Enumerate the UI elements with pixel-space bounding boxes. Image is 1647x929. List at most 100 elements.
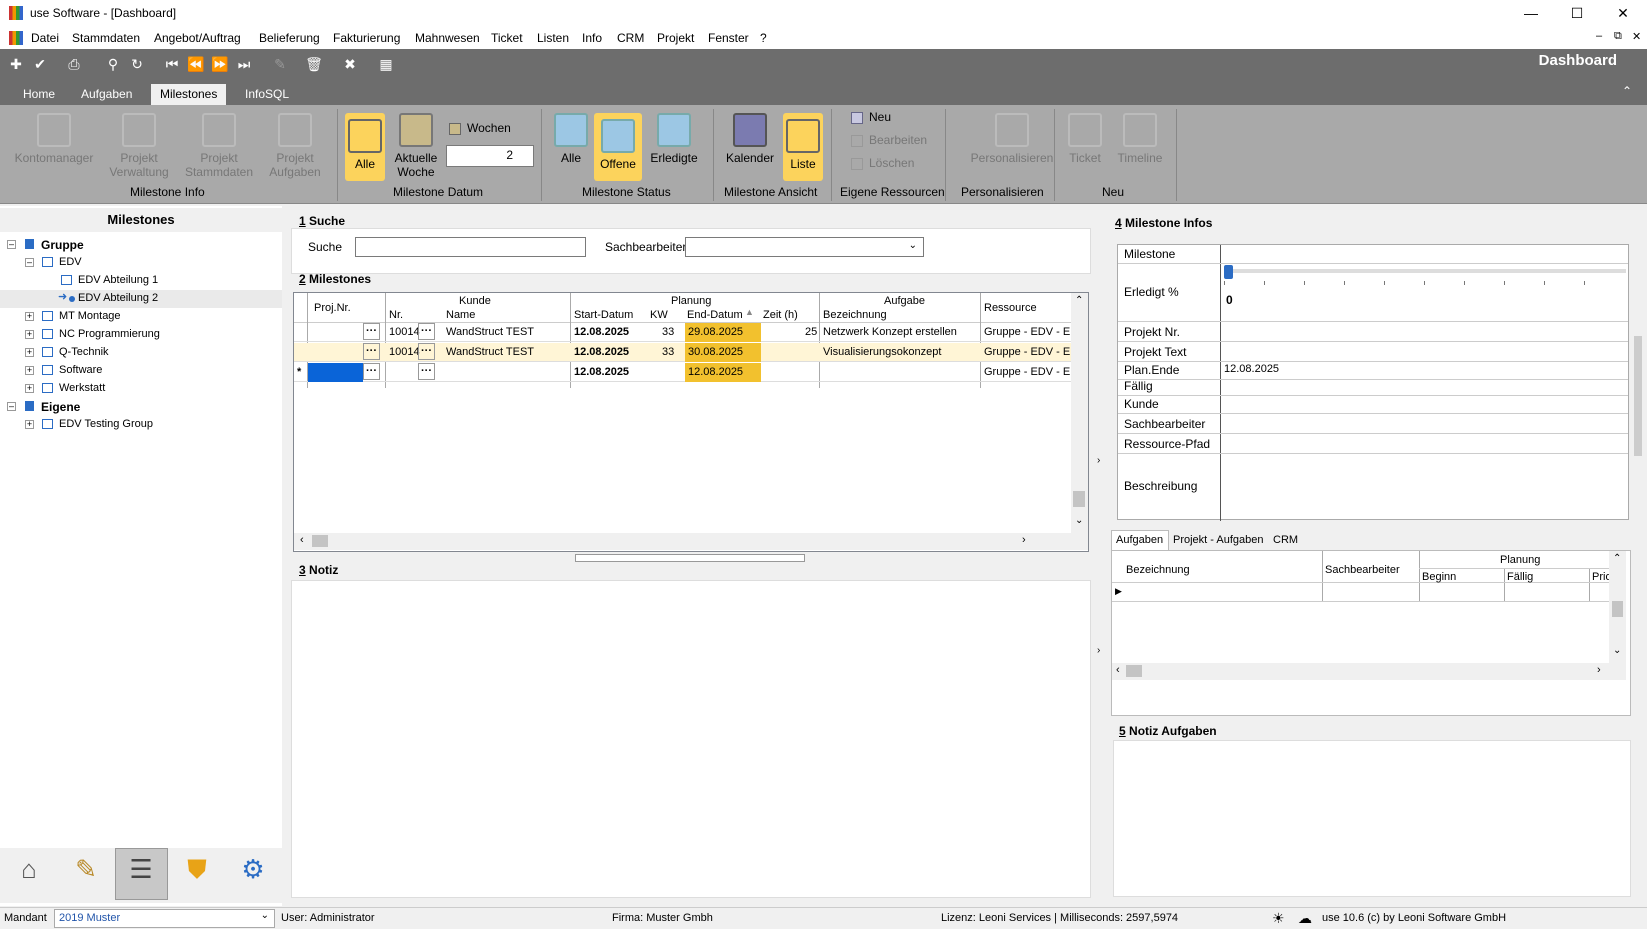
subtab-projekt-aufgaben[interactable]: Projekt - Aufgaben bbox=[1173, 534, 1264, 546]
list-icon[interactable]: ☰ bbox=[126, 854, 156, 884]
add-icon[interactable]: ✚ bbox=[7, 55, 25, 73]
splitter-handle[interactable] bbox=[575, 554, 805, 562]
hscroll-thumb[interactable] bbox=[1126, 665, 1142, 677]
tree-item-eigene[interactable]: Eigene bbox=[41, 400, 80, 414]
notiz-textarea[interactable] bbox=[291, 580, 1091, 898]
collapse-icon[interactable]: – bbox=[7, 240, 16, 249]
splitter-arrow-icon[interactable]: › bbox=[1097, 645, 1100, 656]
expand-icon[interactable]: + bbox=[25, 330, 34, 339]
kunde-lookup-button[interactable]: ··· bbox=[418, 363, 435, 380]
menu-mahnwesen[interactable]: Mahnwesen bbox=[415, 31, 480, 45]
sub-horizontal-scrollbar[interactable]: ‹ › bbox=[1112, 663, 1626, 680]
personalisieren-button[interactable]: Personalisieren bbox=[957, 113, 1067, 165]
menu-fenster[interactable]: Fenster bbox=[708, 31, 749, 45]
tree-item-gruppe[interactable]: Gruppe bbox=[41, 238, 84, 252]
projekt-verwaltung-button[interactable]: Projekt Verwaltung bbox=[104, 113, 174, 179]
projnr-lookup-button[interactable]: ··· bbox=[363, 363, 380, 380]
projekt-aufgaben-button[interactable]: Projekt Aufgaben bbox=[264, 113, 326, 179]
gear-icon[interactable]: ⚙ bbox=[238, 854, 268, 884]
network-icon[interactable]: ☁ bbox=[1298, 910, 1312, 927]
tree-item-mt-montage[interactable]: MT Montage bbox=[59, 310, 121, 322]
sun-icon[interactable]: ☀ bbox=[1272, 910, 1285, 927]
edit-icon[interactable]: ✎ bbox=[271, 55, 289, 73]
mandant-select[interactable]: 2019 Muster ⌄ bbox=[54, 909, 275, 928]
menu-crm[interactable]: CRM bbox=[617, 31, 644, 45]
kunde-lookup-button[interactable]: ··· bbox=[418, 343, 435, 360]
cancel-icon[interactable]: ✖ bbox=[341, 55, 359, 73]
table-row[interactable]: ··· 10014 ··· WandStruct TEST 12.08.2025… bbox=[294, 323, 1078, 342]
menu-ticket[interactable]: Ticket bbox=[491, 31, 523, 45]
search-input[interactable] bbox=[355, 237, 586, 257]
menu-fakturierung[interactable]: Fakturierung bbox=[333, 31, 400, 45]
sachbearbeiter-select[interactable]: ⌄ bbox=[685, 237, 924, 257]
col-bezeichnung[interactable]: Bezeichnung bbox=[823, 309, 887, 321]
scroll-right-icon[interactable]: › bbox=[1022, 534, 1026, 546]
col-prio-sub[interactable]: Prio bbox=[1592, 571, 1609, 583]
projnr-lookup-button[interactable]: ··· bbox=[363, 343, 380, 360]
tree-item-nc-programmierung[interactable]: NC Programmierung bbox=[59, 328, 160, 340]
kunde-lookup-button[interactable]: ··· bbox=[418, 323, 435, 340]
next-record-icon[interactable]: ⏩ bbox=[211, 55, 229, 73]
offene-button[interactable]: Offene bbox=[594, 113, 642, 181]
tab-aufgaben[interactable]: Aufgaben bbox=[72, 84, 141, 105]
bearbeiten-button[interactable]: Bearbeiten bbox=[869, 133, 927, 147]
menu-belieferung[interactable]: Belieferung bbox=[259, 31, 320, 45]
database-icon[interactable]: ⛊ bbox=[182, 854, 212, 884]
projekt-stammdaten-button[interactable]: Projekt Stammdaten bbox=[182, 113, 256, 179]
aktuelle-woche-button[interactable]: Aktuelle Woche bbox=[391, 113, 441, 179]
col-ressource[interactable]: Ressource bbox=[984, 302, 1037, 314]
hscroll-thumb[interactable] bbox=[312, 535, 328, 547]
col-nr[interactable]: Nr. bbox=[389, 309, 403, 321]
table-row[interactable]: ··· 10014 ··· WandStruct TEST 12.08.2025… bbox=[294, 343, 1078, 362]
search-icon[interactable]: ⚲ bbox=[104, 55, 122, 73]
grid-icon[interactable]: ▦ bbox=[377, 55, 395, 73]
sub-vertical-scrollbar[interactable]: ⌃ ⌄ bbox=[1609, 551, 1626, 663]
prev-record-icon[interactable]: ⏪ bbox=[187, 55, 205, 73]
wochen-stepper[interactable]: 2 bbox=[446, 145, 534, 167]
neu-button[interactable]: Neu bbox=[869, 110, 891, 124]
scroll-left-icon[interactable]: ‹ bbox=[1116, 664, 1120, 676]
status-alle-button[interactable]: Alle bbox=[551, 113, 591, 165]
subtab-crm[interactable]: CRM bbox=[1273, 534, 1298, 546]
refresh-icon[interactable]: ↻ bbox=[128, 55, 146, 73]
menu-help[interactable]: ? bbox=[760, 31, 767, 45]
projnr-edit-cell[interactable] bbox=[308, 363, 363, 382]
vertical-scrollbar[interactable]: ⌃ ⌄ bbox=[1071, 293, 1088, 533]
menu-angebot[interactable]: Angebot/Auftrag bbox=[154, 31, 241, 45]
print-icon[interactable]: ⎙ bbox=[65, 55, 83, 73]
expand-icon[interactable]: + bbox=[25, 366, 34, 375]
scroll-thumb[interactable] bbox=[1073, 491, 1085, 507]
expand-icon[interactable]: + bbox=[25, 420, 34, 429]
col-projnr[interactable]: Proj.Nr. bbox=[314, 302, 351, 314]
projnr-lookup-button[interactable]: ··· bbox=[363, 323, 380, 340]
col-start-datum[interactable]: Start-Datum bbox=[574, 309, 633, 321]
tab-infosql[interactable]: InfoSQL bbox=[236, 84, 298, 105]
tab-milestones[interactable]: Milestones bbox=[151, 84, 227, 105]
col-end-datum[interactable]: End-Datum bbox=[687, 309, 743, 321]
expand-icon[interactable]: + bbox=[25, 384, 34, 393]
kalender-button[interactable]: Kalender bbox=[723, 113, 777, 165]
tree-item-werkstatt[interactable]: Werkstatt bbox=[59, 382, 105, 394]
tree-item-software[interactable]: Software bbox=[59, 364, 102, 376]
new-table-row[interactable]: * ··· ··· 12.08.2025 12.08.2025 Gruppe -… bbox=[294, 363, 1078, 382]
col-faellig-sub[interactable]: Fällig bbox=[1507, 571, 1533, 583]
scroll-thumb[interactable] bbox=[1612, 601, 1623, 617]
tree-item-edv-abteilung-2[interactable]: EDV Abteilung 2 bbox=[78, 292, 158, 304]
col-bezeichnung-sub[interactable]: Bezeichnung bbox=[1126, 564, 1190, 576]
col-kw[interactable]: KW bbox=[650, 309, 668, 321]
maximize-button[interactable]: ☐ bbox=[1554, 0, 1600, 27]
delete-icon[interactable]: 🗑 bbox=[305, 55, 323, 73]
menu-listen[interactable]: Listen bbox=[537, 31, 569, 45]
col-zeit[interactable]: Zeit (h) bbox=[763, 309, 798, 321]
tasks-icon[interactable]: ✎ bbox=[71, 854, 101, 884]
erledigt-slider-track[interactable] bbox=[1224, 269, 1626, 273]
col-name[interactable]: Name bbox=[446, 309, 475, 321]
col-beginn-sub[interactable]: Beginn bbox=[1422, 571, 1456, 583]
loeschen-button[interactable]: Löschen bbox=[869, 156, 914, 170]
col-sachbearbeiter-sub[interactable]: Sachbearbeiter bbox=[1325, 564, 1400, 576]
liste-button[interactable]: Liste bbox=[783, 113, 823, 181]
scroll-up-icon[interactable]: ⌃ bbox=[1075, 295, 1083, 306]
tab-home[interactable]: Home bbox=[14, 84, 64, 105]
subtab-aufgaben[interactable]: Aufgaben bbox=[1111, 530, 1169, 550]
tree-item-edv[interactable]: EDV bbox=[59, 256, 82, 268]
